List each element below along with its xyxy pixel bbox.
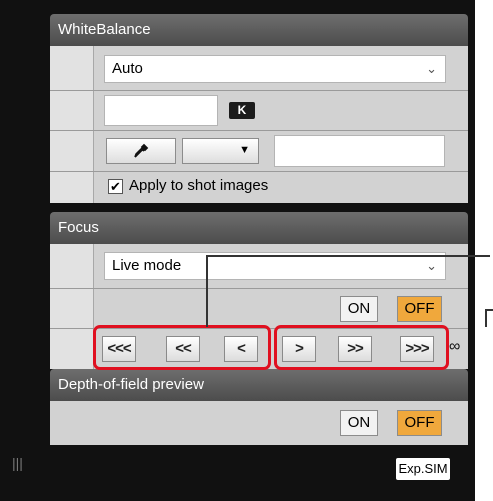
dof-header: Depth-of-field preview — [50, 369, 468, 401]
dof-on-button[interactable]: ON — [340, 410, 378, 436]
focus-header: Focus — [50, 212, 468, 244]
wb-shift-dropdown[interactable]: ▼ — [182, 138, 259, 164]
kelvin-unit-badge: K — [229, 102, 255, 119]
chevron-down-icon: ⌄ — [426, 61, 437, 76]
row-indent — [50, 46, 94, 90]
focus-on-button[interactable]: ON — [340, 296, 378, 322]
callout-line-top — [206, 255, 490, 257]
row-indent — [50, 329, 94, 369]
wb-preset-row: Auto ⌄ — [50, 46, 468, 91]
row-indent — [50, 172, 94, 203]
kelvin-input[interactable] — [104, 95, 218, 126]
row-indent — [50, 244, 94, 288]
dof-off-button[interactable]: OFF — [397, 410, 442, 436]
wb-preset-value: Auto — [112, 60, 143, 77]
infinity-icon: ∞ — [449, 338, 461, 355]
apply-to-shot-checkbox[interactable]: ✔ — [108, 179, 123, 194]
wb-preset-select[interactable]: Auto ⌄ — [104, 55, 446, 83]
caret-down-icon: ▼ — [239, 144, 250, 156]
focus-mode-row: Live mode ⌄ — [50, 244, 468, 289]
wb-value-field[interactable] — [274, 135, 445, 167]
row-indent — [50, 91, 94, 130]
callout-line-far — [485, 309, 487, 327]
far-buttons-highlight — [274, 325, 449, 370]
resize-grip-icon[interactable]: ||| — [12, 455, 23, 471]
whitebalance-header: WhiteBalance — [50, 14, 468, 46]
wb-kelvin-row: K — [50, 91, 468, 131]
wb-tools-row: ▼ — [50, 131, 468, 172]
focus-toggle-row: ON OFF — [50, 289, 468, 329]
focus-off-button[interactable]: OFF — [397, 296, 442, 322]
exp-sim-indicator: Exp.SIM — [396, 458, 450, 480]
apply-to-shot-label: Apply to shot images — [129, 177, 269, 194]
eyedropper-button[interactable] — [106, 138, 176, 164]
wb-apply-row: ✔ Apply to shot images — [50, 172, 468, 203]
row-indent — [50, 131, 94, 171]
camera-settings-panel: WhiteBalance Auto ⌄ K ▼ ✔ Apply to shot … — [0, 0, 475, 501]
eyedropper-icon — [134, 143, 149, 158]
focus-mode-value: Live mode — [112, 257, 182, 274]
callout-line-near — [206, 255, 208, 327]
dof-toggle-row: ON OFF — [50, 401, 468, 445]
row-indent — [50, 289, 94, 328]
near-buttons-highlight — [93, 325, 271, 370]
